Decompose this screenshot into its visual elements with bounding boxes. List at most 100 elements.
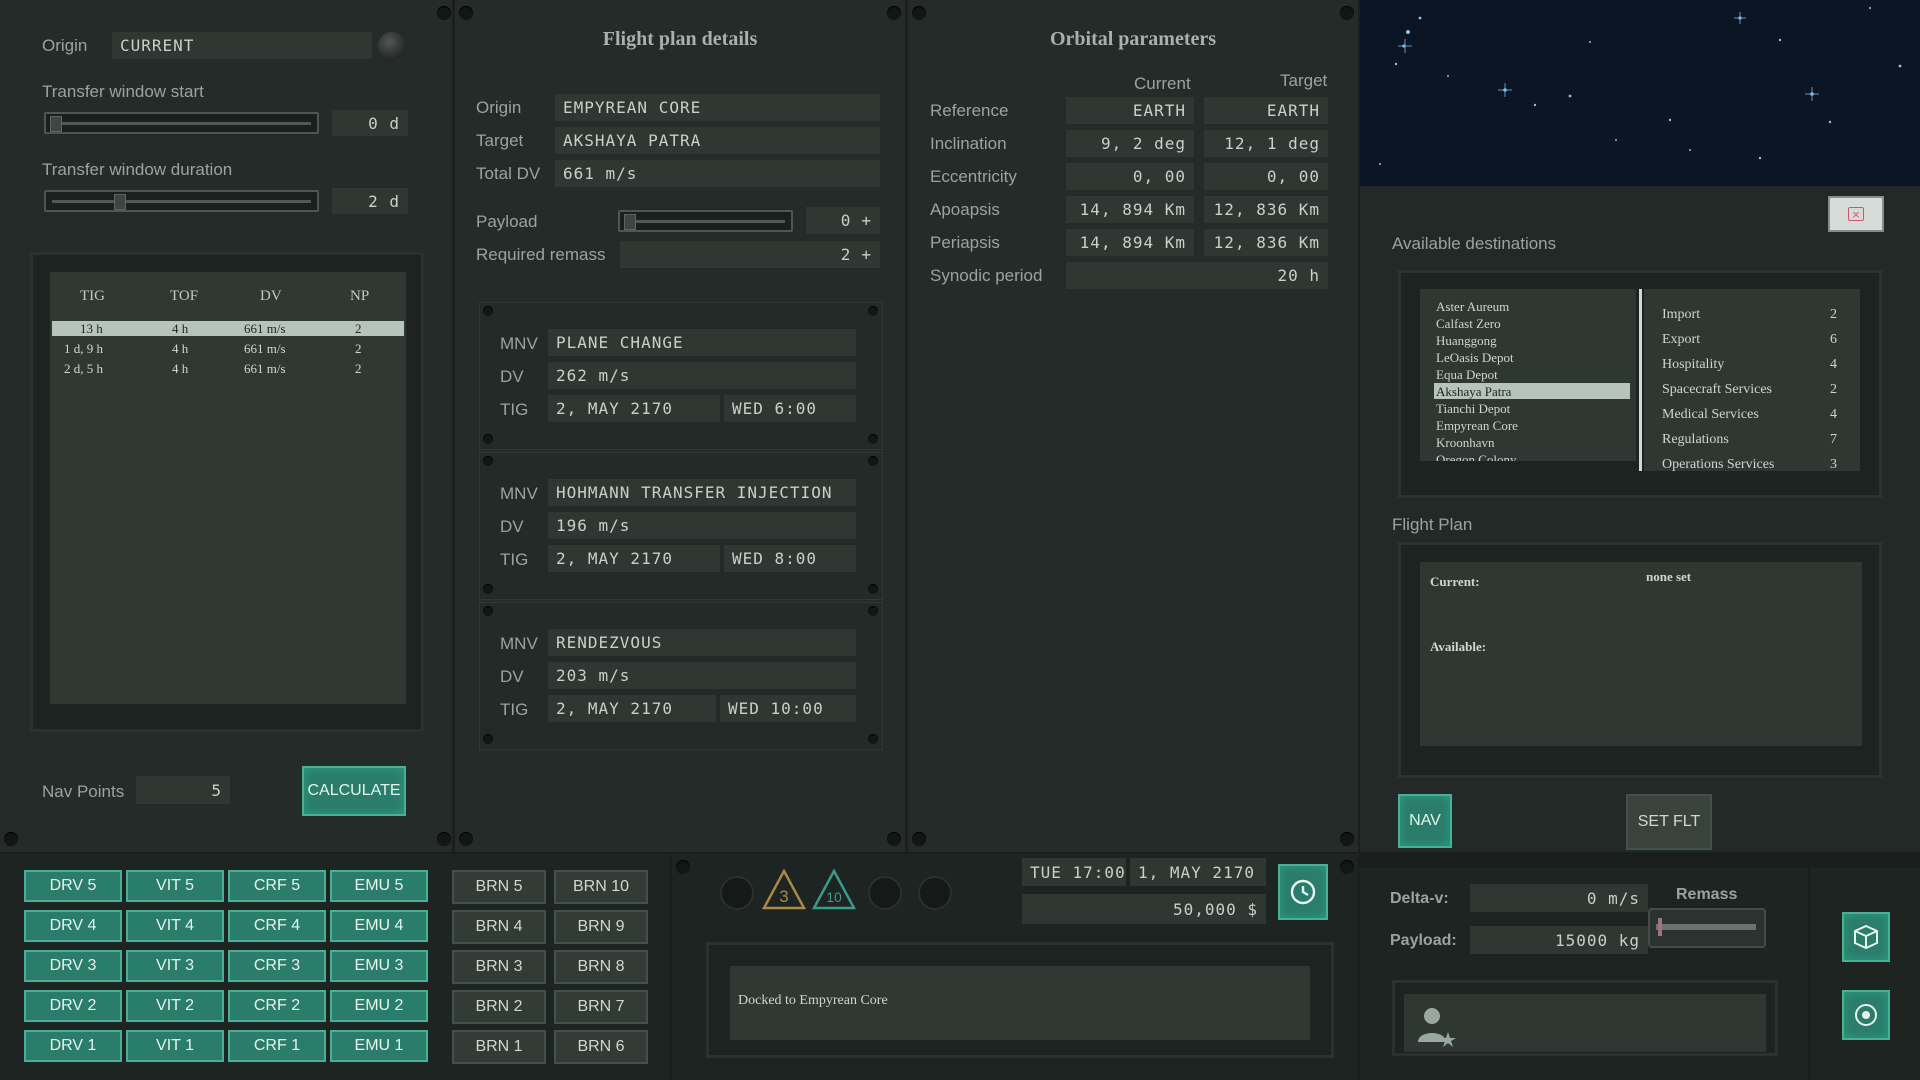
- crf-button[interactable]: CRF 1: [228, 1030, 326, 1062]
- drv-button[interactable]: DRV 3: [24, 950, 122, 982]
- screw: [483, 456, 493, 466]
- crew-member-icon[interactable]: [1414, 1004, 1458, 1048]
- table-row[interactable]: 1 d, 9 h 4 h 661 m/s 2: [56, 341, 456, 357]
- mnv-dv-label: DV: [500, 517, 524, 536]
- destinations-list[interactable]: Aster Aureum Calfast Zero Huanggong LeOa…: [1420, 289, 1636, 461]
- payload-slider[interactable]: [618, 210, 793, 232]
- screw: [4, 832, 18, 846]
- crf-button[interactable]: CRF 3: [228, 950, 326, 982]
- navigation-button[interactable]: [1842, 990, 1890, 1040]
- destination-item[interactable]: Huanggong: [1436, 333, 1497, 349]
- slider-thumb[interactable]: [114, 194, 126, 210]
- nav-button[interactable]: NAV: [1398, 794, 1452, 848]
- mnv-tig-time: WED 10:00: [720, 695, 856, 722]
- destination-item[interactable]: Equa Depot: [1436, 367, 1498, 383]
- service-count: 2: [1830, 382, 1837, 397]
- vit-button[interactable]: VIT 2: [126, 990, 224, 1022]
- payload-plus-button[interactable]: +: [861, 211, 872, 230]
- burn-button[interactable]: BRN 7: [554, 990, 648, 1024]
- orbital-row-label: Inclination: [930, 134, 1007, 153]
- payload-status-label: Payload:: [1390, 932, 1457, 949]
- slider-thumb[interactable]: [624, 214, 636, 230]
- service-count: 7: [1830, 432, 1837, 447]
- emu-button[interactable]: EMU 1: [330, 1030, 428, 1062]
- indicator-light-off: [918, 876, 952, 910]
- emu-button[interactable]: EMU 2: [330, 990, 428, 1022]
- crf-button[interactable]: CRF 4: [228, 910, 326, 942]
- burn-button[interactable]: BRN 10: [554, 870, 648, 904]
- set-flight-button[interactable]: SET FLT: [1626, 794, 1712, 850]
- mnv-label: MNV: [500, 334, 538, 353]
- burn-button[interactable]: BRN 6: [554, 1030, 648, 1064]
- flight-origin-label: Origin: [476, 98, 522, 117]
- drv-button[interactable]: DRV 1: [24, 1030, 122, 1062]
- vit-button[interactable]: VIT 4: [126, 910, 224, 942]
- emu-button[interactable]: EMU 4: [330, 910, 428, 942]
- service-count: 4: [1830, 357, 1837, 372]
- remass-plus-button[interactable]: +: [861, 245, 872, 264]
- destination-item[interactable]: Calfast Zero: [1436, 316, 1501, 332]
- burn-button[interactable]: BRN 4: [452, 910, 546, 944]
- destination-item[interactable]: Tianchi Depot: [1436, 401, 1510, 417]
- burn-button[interactable]: BRN 9: [554, 910, 648, 944]
- vit-button[interactable]: VIT 3: [126, 950, 224, 982]
- flight-plan-available-label: Available:: [1430, 639, 1487, 654]
- orbital-panel: [908, 0, 1358, 852]
- screw: [868, 434, 878, 444]
- crf-button[interactable]: CRF 5: [228, 870, 326, 902]
- destination-item[interactable]: Kroonhavn: [1436, 435, 1495, 451]
- burn-button[interactable]: BRN 8: [554, 950, 648, 984]
- time-warp-button[interactable]: [1278, 864, 1328, 920]
- drv-button[interactable]: DRV 5: [24, 870, 122, 902]
- service-name: Operations Services: [1662, 457, 1775, 471]
- burn-button[interactable]: BRN 5: [452, 870, 546, 904]
- drv-button[interactable]: DRV 4: [24, 910, 122, 942]
- destination-item-selected[interactable]: Akshaya Patra: [1436, 384, 1511, 400]
- cargo-button[interactable]: [1842, 912, 1890, 962]
- origin-knob[interactable]: [378, 32, 406, 60]
- table-row[interactable]: 2 d, 5 h 4 h 661 m/s 2: [56, 361, 456, 377]
- service-count: 4: [1830, 407, 1837, 422]
- column-header-np: NP: [350, 288, 370, 304]
- burn-button[interactable]: BRN 2: [452, 990, 546, 1024]
- destination-item[interactable]: Empyrean Core: [1436, 418, 1518, 434]
- payload-status-value: 15000 kg: [1470, 926, 1648, 954]
- transfer-window-duration-slider[interactable]: [44, 190, 319, 212]
- target-icon: [1855, 1004, 1877, 1026]
- column-target-label: Target: [1280, 71, 1328, 90]
- emu-button[interactable]: EMU 5: [330, 870, 428, 902]
- orbital-current-value: 14, 894 Km: [1066, 196, 1194, 223]
- slider-thumb[interactable]: [50, 116, 62, 132]
- screw: [1340, 6, 1354, 20]
- drv-button[interactable]: DRV 2: [24, 990, 122, 1022]
- burn-button[interactable]: BRN 3: [452, 950, 546, 984]
- nav-points-field[interactable]: 5: [136, 776, 230, 804]
- remass-label: Remass: [1676, 886, 1738, 903]
- transfer-window-start-slider[interactable]: [44, 112, 319, 134]
- destination-item[interactable]: Oregon Colony: [1436, 452, 1517, 461]
- table-row[interactable]: 13 h 4 h 661 m/s 2: [56, 321, 456, 337]
- calculate-button[interactable]: CALCULATE: [302, 766, 406, 816]
- screw: [1340, 860, 1354, 874]
- close-button[interactable]: ×: [1828, 196, 1884, 232]
- orbital-current-value: 0, 00: [1066, 163, 1194, 190]
- origin-field[interactable]: CURRENT: [112, 32, 372, 59]
- destination-item[interactable]: LeOasis Depot: [1436, 350, 1514, 366]
- emu-button[interactable]: EMU 3: [330, 950, 428, 982]
- mnv-name: HOHMANN TRANSFER INJECTION: [548, 479, 856, 506]
- alert-badge-icon: 10: [812, 868, 856, 910]
- vit-button[interactable]: VIT 5: [126, 870, 224, 902]
- screw: [437, 832, 451, 846]
- crf-button[interactable]: CRF 2: [228, 990, 326, 1022]
- destination-item[interactable]: Aster Aureum: [1436, 299, 1509, 315]
- crew-box: [1404, 994, 1766, 1052]
- burn-button[interactable]: BRN 1: [452, 1030, 546, 1064]
- vit-button[interactable]: VIT 1: [126, 1030, 224, 1062]
- status-message: Docked to Empyrean Core: [738, 993, 888, 1008]
- screw: [483, 584, 493, 594]
- mnv-label: MNV: [500, 634, 538, 653]
- cargo-box-icon: [1854, 924, 1878, 950]
- orbital-row-label: Eccentricity: [930, 167, 1017, 186]
- total-dv-label: Total DV: [476, 164, 541, 183]
- screw: [868, 306, 878, 316]
